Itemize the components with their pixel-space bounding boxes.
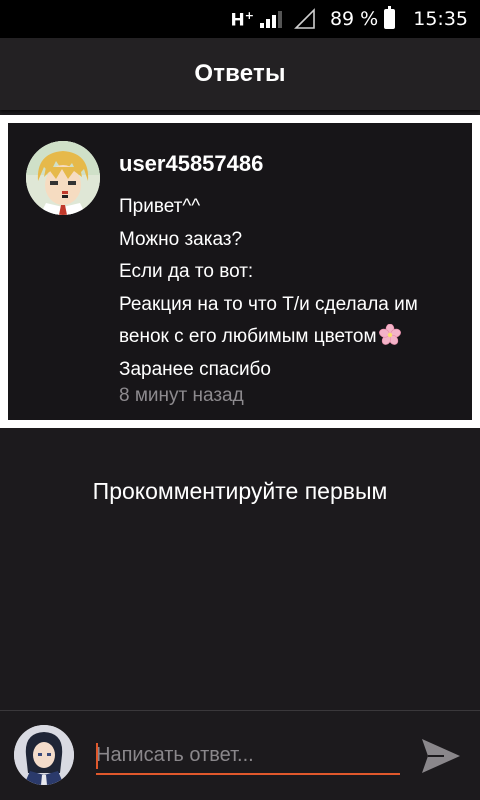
message-line: Если да то вот: <box>119 261 254 282</box>
clock: 15:35 <box>413 8 468 30</box>
battery-percent: 89 % <box>329 8 379 30</box>
send-button[interactable] <box>418 733 464 779</box>
no-signal-icon <box>294 8 315 29</box>
reply-input[interactable] <box>96 737 400 775</box>
reply-bar <box>0 710 480 800</box>
author-avatar[interactable] <box>26 141 100 215</box>
battery-icon <box>384 6 396 29</box>
message-line: Реакция на то что Т/и сделала им <box>119 293 418 315</box>
signal-strength-icon <box>259 10 284 28</box>
current-user-avatar[interactable] <box>14 725 74 785</box>
post-timestamp: 8 минут назад <box>119 385 244 406</box>
anime-character-avatar-icon <box>26 141 100 215</box>
cherry-blossom-icon <box>378 323 401 345</box>
answers-screen: H+ 89 % 15:35 Ответы user45857486 Привет… <box>0 0 480 800</box>
message-line: Заранее спасибо <box>119 358 271 380</box>
anime-girl-avatar-icon <box>14 725 74 785</box>
message-line: Привет^^ <box>119 196 201 217</box>
message-line: Можно заказ? <box>119 228 243 250</box>
message-line-with-emoji: венок с его любимым цветом <box>119 321 464 354</box>
message-line: венок с его любимым цветом <box>119 326 377 347</box>
network-type: H+ <box>230 9 254 31</box>
status-bar: H+ 89 % 15:35 <box>0 0 480 38</box>
question-card-frame: user45857486 Привет^^ Можно заказ? Если … <box>0 115 480 428</box>
app-header: Ответы <box>0 38 480 110</box>
text-cursor <box>96 743 98 769</box>
question-card[interactable]: user45857486 Привет^^ Можно заказ? Если … <box>8 123 472 420</box>
page-title: Ответы <box>194 60 286 87</box>
empty-comments-message: Прокомментируйте первым <box>92 478 388 504</box>
author-username[interactable]: user45857486 <box>119 151 263 177</box>
question-message: Привет^^ Можно заказ? Если да то вот: Ре… <box>119 191 464 386</box>
